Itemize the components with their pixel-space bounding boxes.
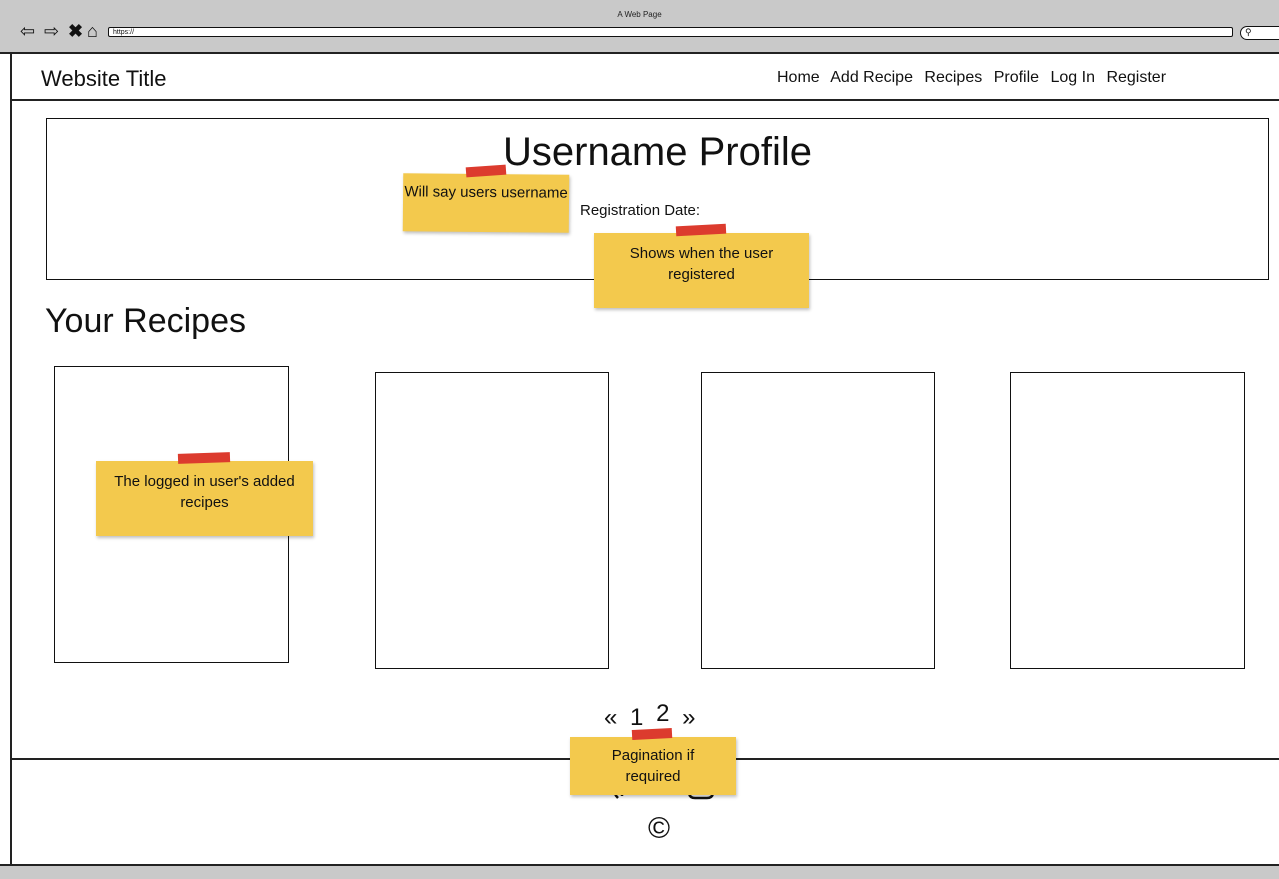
close-icon[interactable]: ✖ [68,22,83,40]
tape [631,727,673,741]
sticky-note-text: Shows when the user registered [629,245,774,283]
sticky-note-username: Will say users username [402,173,570,233]
pagination-prev[interactable]: « [604,704,617,731]
nav-register[interactable]: Register [1106,69,1166,86]
recipe-card[interactable] [701,372,935,669]
home-icon[interactable]: ⌂ [87,22,98,40]
back-arrow-icon[interactable]: ⇦ [20,22,35,40]
nav-profile[interactable]: Profile [994,69,1039,86]
browser-toolbar: A Web Page ⇦ ⇨ ✖ ⌂ https:// ⚲ [0,0,1279,54]
site-title[interactable]: Website Title [41,66,167,92]
forward-arrow-icon[interactable]: ⇨ [44,22,59,40]
window-title: A Web Page [617,10,662,19]
recipe-card[interactable] [1010,372,1245,669]
header-divider [12,99,1279,101]
sticky-note-text: Pagination if required [611,747,695,785]
sticky-note-registration: Shows when the user registered [594,233,809,308]
nav-log-in[interactable]: Log In [1051,69,1095,86]
pagination: « 1 2 » [604,700,701,732]
registration-date-label: Registration Date: [580,202,701,219]
pagination-page-2[interactable]: 2 [656,700,669,727]
pagination-page-1[interactable]: 1 [630,704,643,731]
sticky-note-recipes: The logged in user's added recipes [96,461,313,536]
recipes-heading: Your Recipes [45,302,246,340]
url-text: https:// [113,29,135,36]
search-icon: ⚲ [1245,27,1252,37]
browser-status-bar [0,864,1279,879]
search-field[interactable]: ⚲ [1240,26,1279,40]
navbar: Home Add Recipe Recipes Profile Log In R… [777,69,1173,87]
nav-add-recipe[interactable]: Add Recipe [830,69,913,86]
window-frame [10,54,12,866]
nav-home[interactable]: Home [777,69,820,86]
sticky-note-text: The logged in user's added recipes [114,473,295,511]
sticky-note-text: Will say users username [404,183,568,202]
tape [177,452,231,464]
sticky-note-pagination: Pagination if required [570,737,736,795]
url-bar[interactable]: https:// [108,27,1233,37]
copyright-symbol: © [648,812,671,845]
recipe-card[interactable] [375,372,609,669]
nav-recipes[interactable]: Recipes [924,69,982,86]
profile-title: Username Profile [502,130,812,174]
pagination-next[interactable]: » [682,704,695,731]
